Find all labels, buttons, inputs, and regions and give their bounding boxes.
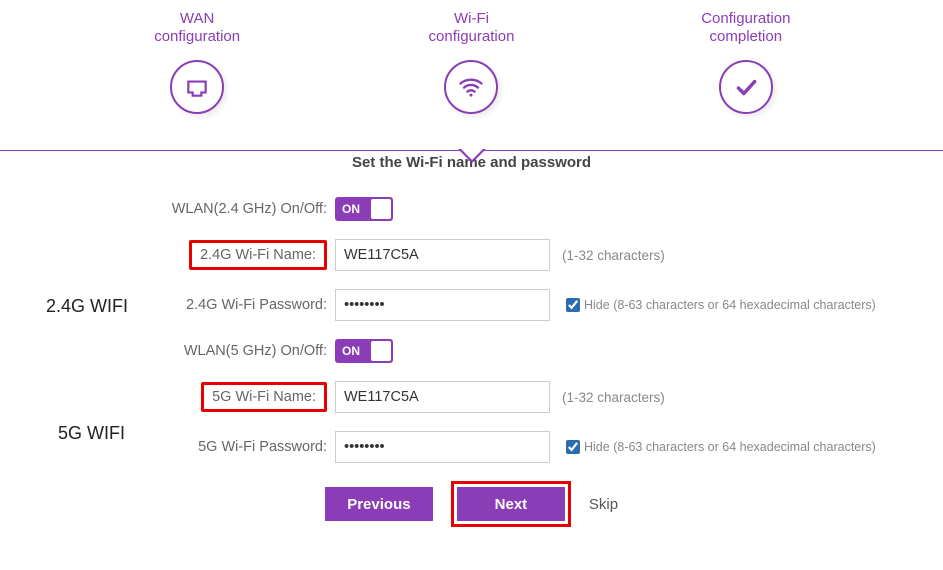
step-wan: WAN configuration [97, 10, 297, 114]
wlan5-pwd-help: (8-63 characters or 64 hexadecimal chara… [613, 440, 876, 454]
wlan24-name-help: (1-32 characters) [550, 248, 665, 263]
row-wlan5-toggle: WLAN(5 GHz) On/Off: ON [0, 339, 943, 363]
next-button[interactable]: Next [457, 487, 565, 521]
row-wlan5-password: 5G Wi-Fi Password: Hide (8-63 characters… [0, 431, 943, 463]
wlan24-pwd-help: (8-63 characters or 64 hexadecimal chara… [613, 298, 876, 312]
wlan5-name-help: (1-32 characters) [550, 390, 665, 405]
wlan5-name-input[interactable] [335, 381, 550, 413]
wlan24-name-input[interactable] [335, 239, 550, 271]
wlan5-pwd-label: 5G Wi-Fi Password: [0, 439, 335, 455]
annotation-24g: 2.4G WIFI [46, 296, 128, 317]
row-wlan5-name: 5G Wi-Fi Name: (1-32 characters) [0, 381, 943, 413]
wlan24-toggle-label: WLAN(2.4 GHz) On/Off: [0, 201, 335, 217]
skip-link[interactable]: Skip [589, 496, 618, 513]
wlan5-name-label-highlight: 5G Wi-Fi Name: [201, 382, 327, 412]
wlan24-hide-checkbox[interactable] [566, 298, 580, 312]
annotation-5g: 5G WIFI [58, 423, 125, 444]
toggle-knob [371, 341, 391, 361]
step-complete-label-line2: completion [646, 28, 846, 46]
active-step-pointer-inner [460, 148, 484, 160]
wizard-steps: WAN configuration Wi-Fi configuration Co… [0, 0, 943, 114]
wan-icon-circle [170, 60, 224, 114]
row-wlan24-password: 2.4G Wi-Fi Password: Hide (8-63 characte… [0, 289, 943, 321]
step-complete: Configuration completion [646, 10, 846, 114]
wlan5-password-input[interactable] [335, 431, 550, 463]
ethernet-port-icon [184, 74, 210, 100]
row-wlan24-name: 2.4G Wi-Fi Name: (1-32 characters) [0, 239, 943, 271]
wlan24-pwd-help-line: Hide (8-63 characters or 64 hexadecimal … [550, 295, 876, 315]
step-wan-label-line1: WAN [97, 10, 297, 28]
wlan24-name-label-highlight: 2.4G Wi-Fi Name: [189, 240, 327, 270]
wlan5-pwd-help-line: Hide (8-63 characters or 64 hexadecimal … [550, 437, 876, 457]
next-button-highlight: Next [451, 481, 571, 527]
wlan5-toggle[interactable]: ON [335, 339, 393, 363]
wlan5-hide-label: Hide [584, 440, 610, 454]
wlan24-toggle-text: ON [335, 202, 360, 216]
checkmark-icon-circle [719, 60, 773, 114]
wlan5-toggle-text: ON [335, 344, 360, 358]
wifi-icon-circle [444, 60, 498, 114]
wlan5-hide-checkbox[interactable] [566, 440, 580, 454]
step-wifi: Wi-Fi configuration [371, 10, 571, 114]
toggle-knob [371, 199, 391, 219]
previous-button[interactable]: Previous [325, 487, 433, 521]
wlan24-toggle[interactable]: ON [335, 197, 393, 221]
step-wan-label-line2: configuration [97, 28, 297, 46]
form-main: Set the Wi-Fi name and password WLAN(2.4… [0, 114, 943, 527]
wlan24-password-input[interactable] [335, 289, 550, 321]
wlan24-hide-label: Hide [584, 298, 610, 312]
button-bar: Previous Next Skip [0, 481, 943, 527]
wlan24-name-label: 2.4G Wi-Fi Name: [200, 247, 316, 263]
step-complete-label-line1: Configuration [646, 10, 846, 28]
row-wlan24-toggle: WLAN(2.4 GHz) On/Off: ON [0, 197, 943, 221]
step-wifi-label-line1: Wi-Fi [371, 10, 571, 28]
wifi-icon [457, 73, 485, 101]
wlan5-name-label: 5G Wi-Fi Name: [212, 389, 316, 405]
wlan5-toggle-label: WLAN(5 GHz) On/Off: [0, 343, 335, 359]
step-wifi-label-line2: configuration [371, 28, 571, 46]
checkmark-icon [733, 74, 759, 100]
